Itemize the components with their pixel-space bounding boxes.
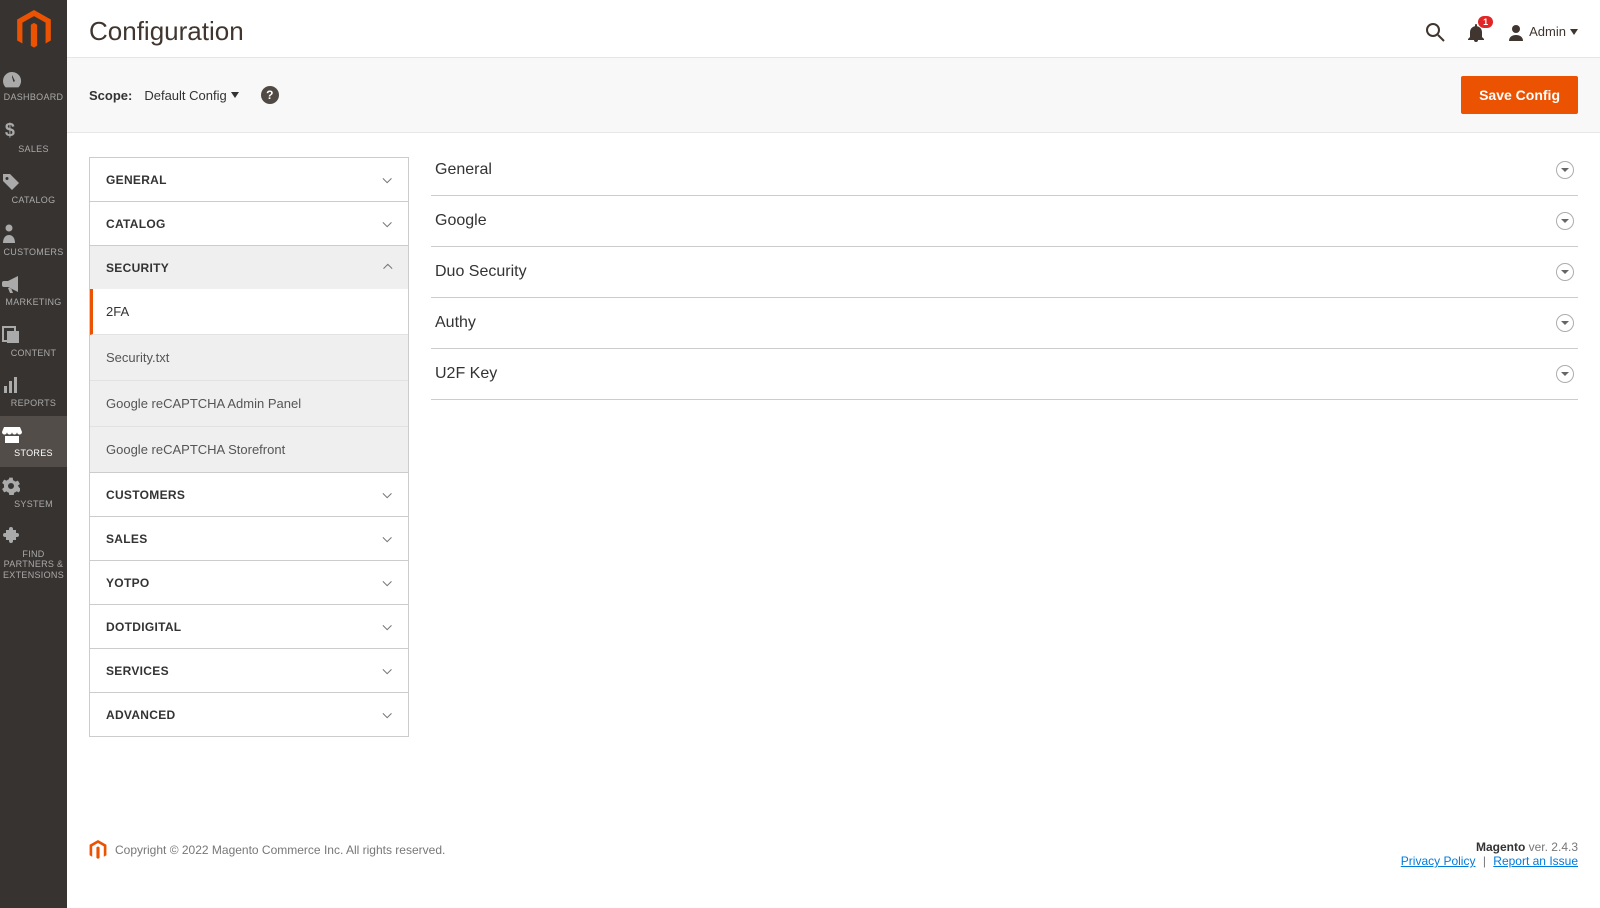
panel-duo-security[interactable]: Duo Security [431, 247, 1578, 298]
gauge-icon [2, 70, 65, 88]
search-icon [1425, 22, 1445, 42]
page-title: Configuration [89, 16, 1425, 47]
puzzle-icon [2, 527, 65, 545]
sidenav-find-partners[interactable]: FIND PARTNERS & EXTENSIONS [0, 517, 67, 588]
sidenav-system[interactable]: SYSTEM [0, 467, 67, 517]
caret-down-icon [1570, 29, 1578, 35]
page-footer: Copyright © 2022 Magento Commerce Inc. A… [67, 820, 1600, 908]
chevron-up-icon: ⌵ [383, 260, 392, 275]
config-tab-customers[interactable]: CUSTOMERS⌵ [90, 473, 408, 517]
scope-help-button[interactable]: ? [261, 86, 279, 104]
scope-label: Scope: [89, 88, 132, 103]
sidenav-marketing[interactable]: MARKETING [0, 265, 67, 315]
magento-logo-small [89, 840, 107, 860]
panel-authy[interactable]: Authy [431, 298, 1578, 349]
notifications-button[interactable]: 1 [1467, 22, 1485, 42]
notifications-badge: 1 [1478, 16, 1493, 28]
sidenav-sales[interactable]: $ SALES [0, 110, 67, 162]
config-tab-services[interactable]: SERVICES⌵ [90, 649, 408, 693]
panel-u2f-key[interactable]: U2F Key [431, 349, 1578, 400]
chevron-down-icon: ⌵ [383, 619, 392, 634]
expand-icon [1556, 161, 1574, 179]
sidenav-reports[interactable]: REPORTS [0, 366, 67, 416]
svg-text:$: $ [5, 120, 15, 140]
version-text: Magento ver. 2.4.3 [1401, 840, 1578, 854]
admin-sidenav: DASHBOARD $ SALES CATALOG CUSTOMERS MARK… [0, 0, 67, 908]
privacy-policy-link[interactable]: Privacy Policy [1401, 854, 1476, 868]
person-icon [2, 223, 65, 243]
report-issue-link[interactable]: Report an Issue [1493, 854, 1578, 868]
config-tabs: GENERAL⌵ CATALOG⌵ SECURITY⌵ 2FA Security… [89, 157, 409, 737]
config-tab-sales[interactable]: SALES⌵ [90, 517, 408, 561]
expand-icon [1556, 365, 1574, 383]
config-subtab-securitytxt[interactable]: Security.txt [90, 335, 408, 381]
config-tab-dotdigital[interactable]: DOTDIGITAL⌵ [90, 605, 408, 649]
copyright-text: Copyright © 2022 Magento Commerce Inc. A… [115, 843, 445, 857]
config-panels: General Google Duo Security Authy U2F Ke… [431, 157, 1578, 400]
tag-icon [2, 173, 65, 191]
scope-selector[interactable]: Default Config [144, 88, 238, 103]
expand-icon [1556, 263, 1574, 281]
dollar-icon: $ [2, 120, 65, 140]
config-subtab-2fa[interactable]: 2FA [90, 289, 408, 335]
chevron-down-icon: ⌵ [383, 487, 392, 502]
sidenav-customers[interactable]: CUSTOMERS [0, 213, 67, 265]
chevron-down-icon: ⌵ [383, 531, 392, 546]
chevron-down-icon: ⌵ [383, 172, 392, 187]
page-header: Configuration 1 Admin [67, 0, 1600, 57]
user-icon [1507, 23, 1525, 41]
sidenav-stores[interactable]: STORES [0, 416, 67, 466]
gear-icon [2, 477, 65, 495]
expand-icon [1556, 314, 1574, 332]
caret-down-icon [231, 92, 239, 98]
save-config-button[interactable]: Save Config [1461, 76, 1578, 114]
config-tab-general[interactable]: GENERAL⌵ [90, 158, 408, 202]
config-tab-security: SECURITY⌵ 2FA Security.txt Google reCAPT… [90, 246, 408, 473]
chevron-down-icon: ⌵ [383, 663, 392, 678]
sidenav-dashboard[interactable]: DASHBOARD [0, 60, 67, 110]
admin-user-menu[interactable]: Admin [1507, 23, 1578, 41]
magento-logo[interactable] [0, 0, 67, 60]
search-button[interactable] [1425, 22, 1445, 42]
sidenav-catalog[interactable]: CATALOG [0, 163, 67, 213]
config-tab-catalog[interactable]: CATALOG⌵ [90, 202, 408, 246]
panel-google[interactable]: Google [431, 196, 1578, 247]
panel-general[interactable]: General [431, 157, 1578, 196]
chevron-down-icon: ⌵ [383, 707, 392, 722]
chevron-down-icon: ⌵ [383, 216, 392, 231]
pages-icon [2, 326, 65, 344]
expand-icon [1556, 212, 1574, 230]
storefront-icon [2, 426, 65, 444]
bars-icon [2, 376, 65, 394]
config-subtab-recaptcha-admin[interactable]: Google reCAPTCHA Admin Panel [90, 381, 408, 427]
config-subtab-recaptcha-storefront[interactable]: Google reCAPTCHA Storefront [90, 427, 408, 472]
config-tab-yotpo[interactable]: YOTPO⌵ [90, 561, 408, 605]
chevron-down-icon: ⌵ [383, 575, 392, 590]
sidenav-content[interactable]: CONTENT [0, 316, 67, 366]
config-tab-advanced[interactable]: ADVANCED⌵ [90, 693, 408, 736]
megaphone-icon [2, 275, 65, 293]
page-toolbar: Scope: Default Config ? Save Config [67, 57, 1600, 133]
